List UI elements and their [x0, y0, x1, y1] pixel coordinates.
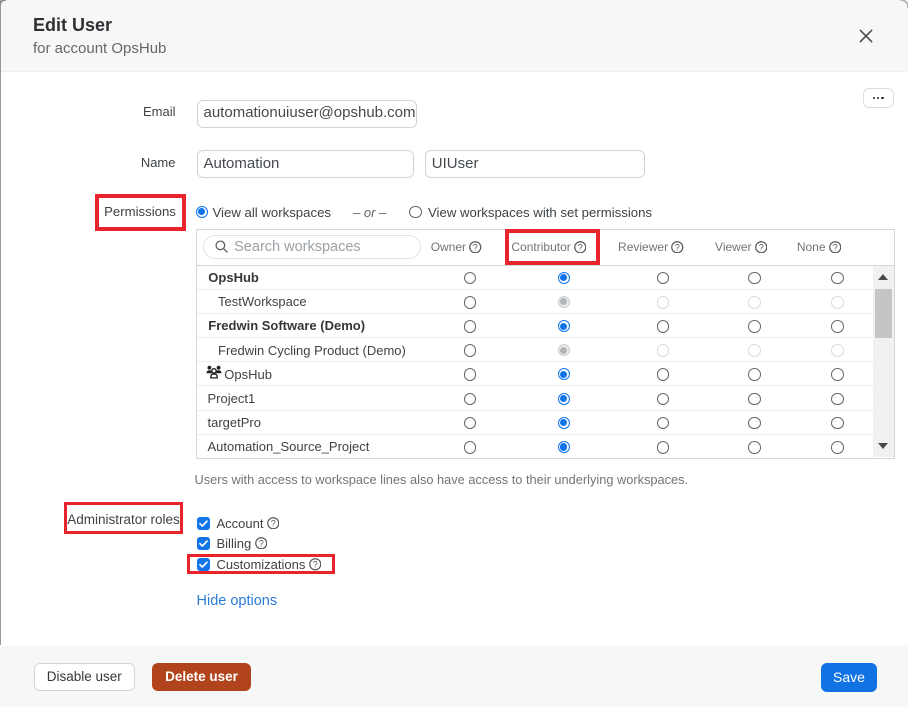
svg-text:?: ? — [271, 518, 276, 528]
svg-text:?: ? — [473, 242, 478, 252]
svg-text:?: ? — [675, 242, 680, 252]
svg-text:?: ? — [758, 242, 763, 252]
svg-text:?: ? — [832, 242, 837, 252]
svg-text:?: ? — [258, 538, 263, 548]
